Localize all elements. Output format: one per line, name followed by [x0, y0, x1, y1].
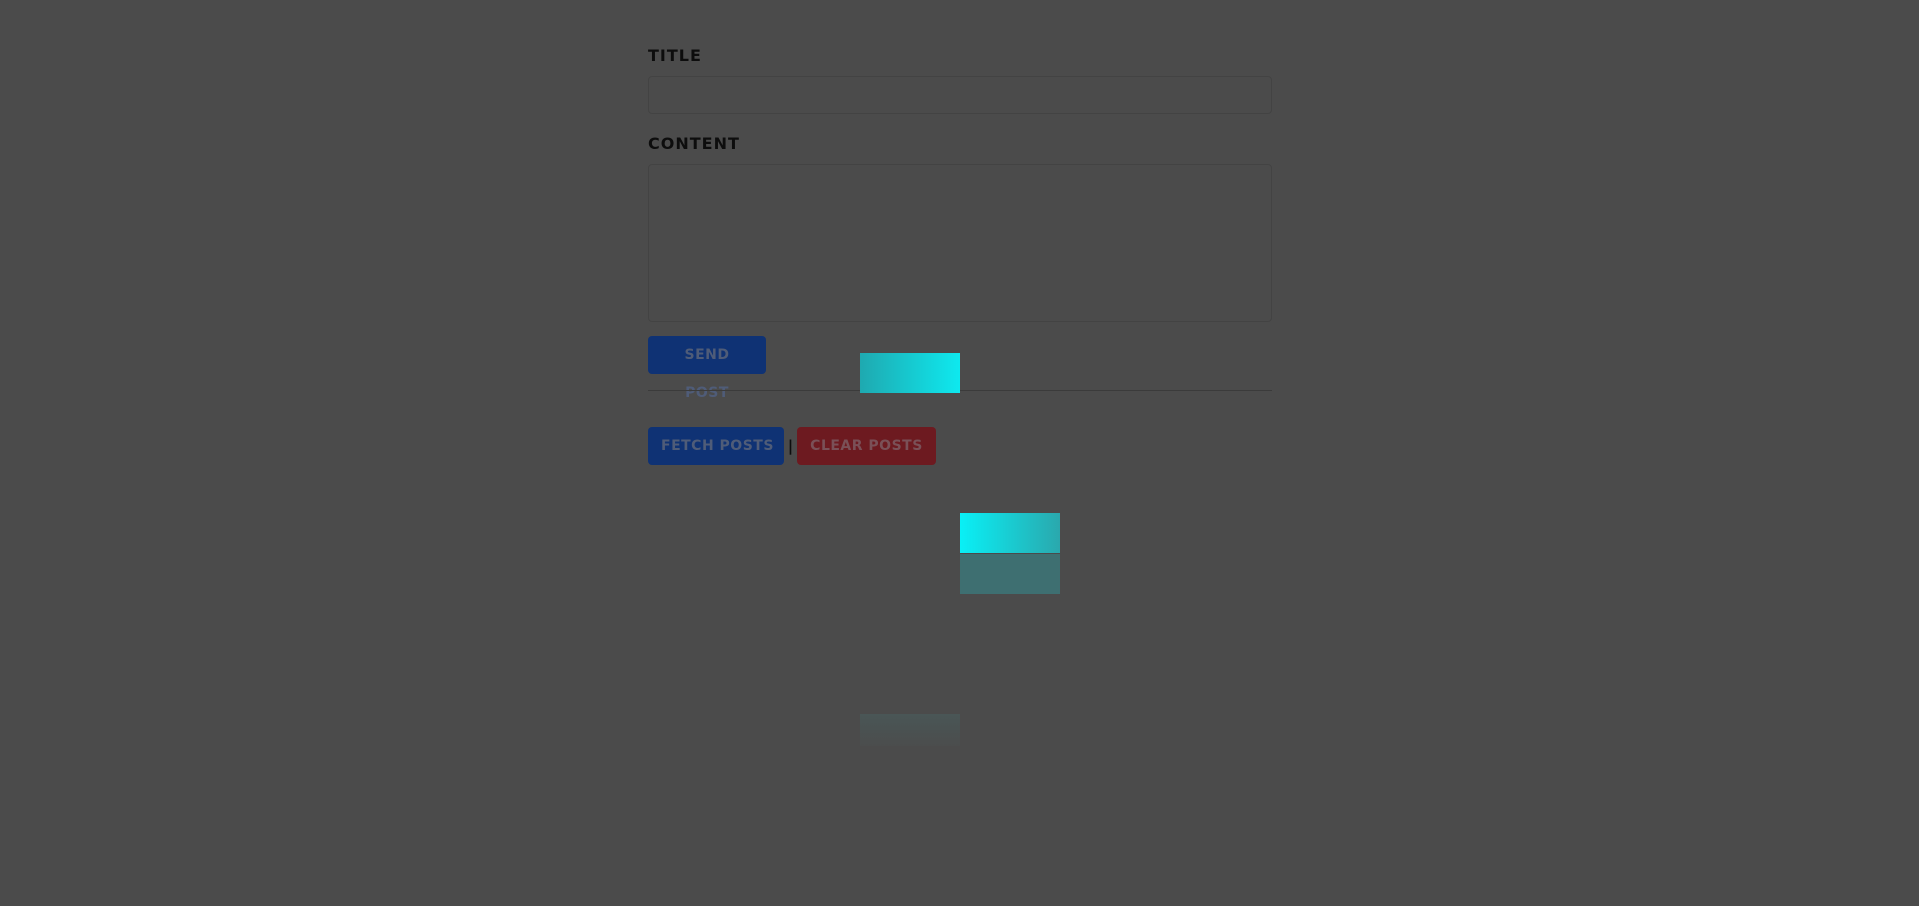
post-form: Title Content — [648, 46, 1272, 322]
faded-reflection-block — [860, 714, 960, 746]
clear-posts-button[interactable]: Clear posts — [797, 427, 936, 465]
post-actions: Fetch posts | Clear posts — [648, 427, 936, 465]
cyan-gradient-block — [860, 353, 960, 393]
fetch-posts-button[interactable]: Fetch posts — [648, 427, 784, 465]
cyan-gradient-block — [960, 513, 1060, 553]
title-input[interactable] — [648, 76, 1272, 114]
app-page: Title Content Send post Fetch posts | Clea… — [0, 0, 1919, 906]
teal-reflection-block — [960, 554, 1060, 594]
title-label: Title — [648, 46, 702, 65]
content-label: Content — [648, 134, 740, 153]
section-divider — [648, 390, 1272, 391]
actions-separator: | — [787, 437, 794, 455]
send-post-button[interactable]: Send post — [648, 336, 766, 401]
content-textarea[interactable] — [648, 164, 1272, 322]
